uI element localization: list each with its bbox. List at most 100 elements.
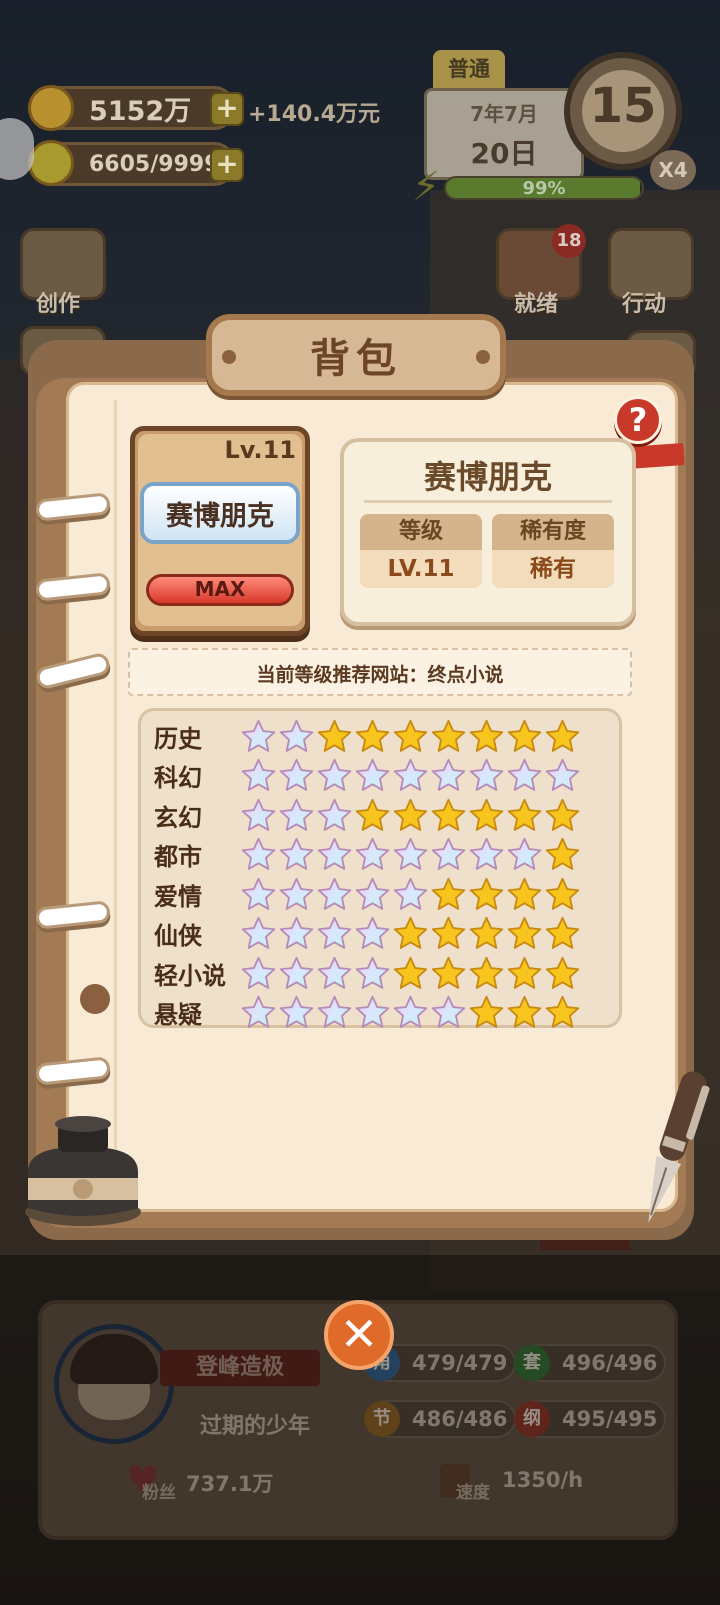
rainbow-star-icon	[507, 758, 542, 791]
genre-row: 历史	[154, 716, 614, 756]
rainbow-star-icon	[317, 916, 352, 949]
item-name: 赛博朋克	[166, 501, 274, 532]
close-button[interactable]: ✕	[324, 1300, 394, 1370]
inspiration-add-button[interactable]: +	[210, 148, 244, 182]
level-header: 等级	[360, 514, 482, 550]
gold-star-icon	[431, 719, 466, 752]
rarity-value: 稀有	[492, 550, 614, 588]
info-title: 赛博朋克	[423, 458, 552, 496]
genre-row: 悬疑	[154, 993, 614, 1033]
binder-hole	[80, 984, 110, 1014]
rainbow-star-icon	[355, 758, 390, 791]
gold-star-icon	[545, 837, 580, 870]
ink-bottle-icon	[25, 1116, 141, 1226]
mode-tab[interactable]: 普通	[433, 50, 505, 88]
rainbow-star-icon	[355, 916, 390, 949]
rainbow-star-icon	[279, 956, 314, 989]
energy-percent: 99%	[522, 178, 566, 199]
rainbow-star-icon	[279, 837, 314, 870]
item-level: Lv.11	[224, 436, 297, 464]
calendar-month: 7年7月	[470, 102, 538, 126]
gold-star-icon	[469, 995, 504, 1028]
gold-star-icon	[469, 916, 504, 949]
level-value: LV.11	[360, 550, 482, 588]
calendar-day: 20日	[470, 137, 538, 170]
genre-stars	[240, 915, 581, 952]
recommendation-text: 当前等级推荐网站：终点小说	[256, 664, 504, 686]
gold-star-icon	[355, 719, 390, 752]
rainbow-star-icon	[469, 758, 504, 791]
rainbow-star-icon	[431, 758, 466, 791]
page-margin-line	[114, 400, 117, 1210]
speed-multiplier-button[interactable]: X4	[650, 150, 696, 190]
rainbow-star-icon	[317, 956, 352, 989]
max-level-label: MAX	[194, 577, 246, 601]
action-label: 行动	[622, 292, 667, 317]
create-label: 创作	[36, 292, 81, 317]
rainbow-star-icon	[355, 837, 390, 870]
rainbow-star-icon	[317, 758, 352, 791]
genre-label: 玄幻	[154, 803, 202, 832]
rainbow-star-icon	[279, 758, 314, 791]
rainbow-star-icon	[241, 798, 276, 831]
rainbow-star-icon	[431, 837, 466, 870]
gold-star-icon	[545, 916, 580, 949]
gold-add-button[interactable]: +	[210, 92, 244, 126]
genre-row: 轻小说	[154, 953, 614, 993]
rainbow-star-icon	[317, 995, 352, 1028]
gold-star-icon	[507, 956, 542, 989]
rainbow-star-icon	[241, 877, 276, 910]
genre-row: 仙侠	[154, 914, 614, 954]
gold-star-icon	[431, 956, 466, 989]
gold-income: +140.4万元	[248, 102, 381, 127]
rainbow-star-icon	[241, 837, 276, 870]
genre-label: 爱情	[154, 882, 202, 911]
genre-row: 玄幻	[154, 795, 614, 835]
rainbow-star-icon	[393, 995, 428, 1028]
gold-star-icon	[507, 877, 542, 910]
genre-label: 历史	[154, 724, 202, 753]
rainbow-star-icon	[469, 837, 504, 870]
fountain-pen-icon	[648, 1071, 710, 1223]
gold-star-icon	[431, 916, 466, 949]
rainbow-star-icon	[355, 995, 390, 1028]
panel-title: 背包	[310, 336, 402, 382]
gold-star-icon	[469, 877, 504, 910]
energy-bolt-icon: ⚡	[412, 164, 441, 210]
genre-stars	[240, 955, 581, 992]
gold-star-icon	[545, 995, 580, 1028]
help-button[interactable]: ?	[614, 396, 662, 444]
rarity-header: 稀有度	[492, 514, 614, 550]
genre-label: 都市	[154, 843, 202, 871]
rainbow-star-icon	[279, 798, 314, 831]
gold-star-icon	[469, 719, 504, 752]
chat-bubble-icon[interactable]	[0, 118, 34, 180]
lightbulb-icon	[28, 140, 74, 186]
rainbow-star-icon	[393, 758, 428, 791]
genre-stars	[240, 876, 581, 913]
gold-coin-icon	[28, 85, 74, 131]
gold-star-icon	[355, 798, 390, 831]
inspiration-value: 6605/9999	[89, 151, 220, 177]
genre-stars	[240, 994, 581, 1031]
genre-row: 都市	[154, 835, 614, 875]
rainbow-star-icon	[241, 956, 276, 989]
gold-star-icon	[507, 719, 542, 752]
genre-row: 爱情	[154, 874, 614, 914]
gold-star-icon	[545, 719, 580, 752]
rainbow-star-icon	[241, 995, 276, 1028]
gold-value: 5152万	[89, 95, 192, 127]
gold-star-icon	[545, 798, 580, 831]
rainbow-star-icon	[431, 995, 466, 1028]
rainbow-star-icon	[279, 916, 314, 949]
gold-star-icon	[393, 956, 428, 989]
gold-star-icon	[393, 916, 428, 949]
rainbow-star-icon	[241, 758, 276, 791]
gold-star-icon	[431, 877, 466, 910]
rainbow-star-icon	[393, 837, 428, 870]
rainbow-star-icon	[317, 837, 352, 870]
gold-star-icon	[317, 719, 352, 752]
genre-label: 悬疑	[154, 1001, 202, 1029]
rainbow-star-icon	[317, 798, 352, 831]
rainbow-star-icon	[355, 956, 390, 989]
